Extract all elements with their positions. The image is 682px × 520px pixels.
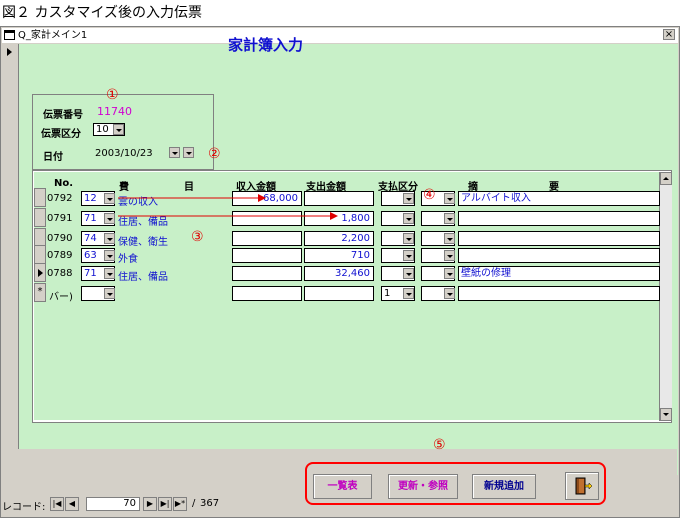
new-record-row[interactable]: * バー) 1 xyxy=(34,283,660,303)
row-no: 0790 xyxy=(47,233,73,244)
slip-no-label: 伝票番号 xyxy=(43,110,83,121)
window-titlebar: Q_家計メイン1 × xyxy=(2,28,678,43)
record-selector[interactable] xyxy=(2,44,19,475)
table-row[interactable]: 0791 71 住居、備品 1,800 xyxy=(34,208,660,228)
row-expense[interactable]: 32,460 xyxy=(304,266,374,281)
row-memo[interactable] xyxy=(458,248,660,263)
chevron-down-icon[interactable] xyxy=(444,193,455,204)
row-no: 0789 xyxy=(47,250,73,261)
last-record-icon[interactable]: ▶| xyxy=(158,497,172,511)
form-icon xyxy=(4,30,15,40)
chevron-down-icon[interactable] xyxy=(104,250,115,261)
chevron-down-icon[interactable] xyxy=(403,288,414,299)
slip-type-value: 10 xyxy=(96,124,109,135)
row-income[interactable] xyxy=(232,248,302,263)
chevron-down-icon[interactable] xyxy=(444,288,455,299)
chevron-down-icon[interactable] xyxy=(403,213,414,224)
table-row[interactable]: 0792 12 雲の収入 68,000 アルバイト収入 xyxy=(34,188,660,208)
chevron-down-icon[interactable] xyxy=(113,124,124,135)
row-category: 住居、備品 xyxy=(118,272,168,283)
slip-type-label: 伝票区分 xyxy=(41,129,81,140)
row-memo[interactable] xyxy=(458,211,660,226)
annotation-5: ⑤ xyxy=(433,437,446,453)
row-memo[interactable] xyxy=(458,286,660,301)
scroll-up-icon[interactable] xyxy=(660,172,672,185)
row-memo[interactable] xyxy=(458,231,660,246)
row-memo[interactable]: アルバイト収入 xyxy=(458,191,660,206)
chevron-down-icon[interactable] xyxy=(104,213,115,224)
current-row-selector[interactable] xyxy=(34,263,46,282)
table-row[interactable]: 0788 71 住居、備品 32,460 壁紙の修理 xyxy=(34,263,660,283)
figure-caption: 図２ カスタマイズ後の入力伝票 xyxy=(2,5,203,21)
row-category: 住居、備品 xyxy=(118,217,168,228)
row-selector[interactable] xyxy=(34,188,46,207)
row-expense[interactable] xyxy=(304,286,374,301)
chevron-down-icon[interactable] xyxy=(444,233,455,244)
exit-door-icon xyxy=(575,477,593,495)
close-icon[interactable]: × xyxy=(663,29,675,40)
row-income[interactable] xyxy=(232,286,302,301)
date-value: 2003/10/23 xyxy=(95,148,153,159)
annotation-1: ① xyxy=(106,87,119,103)
row-selector[interactable] xyxy=(34,208,46,227)
row-no: 0791 xyxy=(47,213,73,224)
scroll-down-icon[interactable] xyxy=(660,408,672,421)
current-record-icon xyxy=(7,48,12,56)
row-category: 雲の収入 xyxy=(118,197,158,208)
date-next-button[interactable] xyxy=(183,147,194,158)
nav-label: レコード: xyxy=(2,502,46,513)
row-income[interactable] xyxy=(232,266,302,281)
slip-no-value: 11740 xyxy=(97,105,132,118)
slip-type-combo[interactable]: 10 xyxy=(93,123,125,136)
chevron-down-icon[interactable] xyxy=(104,193,115,204)
row-income[interactable] xyxy=(232,231,302,246)
nav-separator: / xyxy=(192,498,196,509)
date-label: 日付 xyxy=(43,152,63,163)
add-new-button[interactable]: 新規追加 xyxy=(472,474,536,499)
chevron-down-icon[interactable] xyxy=(444,213,455,224)
chevron-down-icon[interactable] xyxy=(104,233,115,244)
update-refer-button[interactable]: 更新・参照 xyxy=(388,474,458,499)
record-total: 367 xyxy=(200,498,220,509)
table-row[interactable]: 0789 63 外食 710 xyxy=(34,245,660,265)
record-number-input[interactable]: 70 xyxy=(86,497,140,511)
record-navigation: レコード: |◀ ◀ 70 ▶ ▶| ▶* / 367 xyxy=(2,497,222,513)
row-no: 0792 xyxy=(47,193,73,204)
chevron-down-icon[interactable] xyxy=(444,250,455,261)
window-title: Q_家計メイン1 xyxy=(18,30,88,41)
new-record-icon[interactable]: ▶* xyxy=(173,497,187,511)
row-expense[interactable]: 2,200 xyxy=(304,231,374,246)
exit-button[interactable] xyxy=(565,472,599,500)
date-prev-button[interactable] xyxy=(169,147,180,158)
new-record-selector[interactable]: * xyxy=(34,283,46,302)
chevron-down-icon[interactable] xyxy=(104,268,115,279)
chevron-down-icon[interactable] xyxy=(403,193,414,204)
prev-record-icon[interactable]: ◀ xyxy=(65,497,79,511)
row-no: 0788 xyxy=(47,268,73,279)
row-expense[interactable] xyxy=(304,191,374,206)
chevron-down-icon[interactable] xyxy=(104,288,115,299)
chevron-down-icon[interactable] xyxy=(403,233,414,244)
row-income[interactable]: 68,000 xyxy=(232,191,302,206)
new-row-no: バー) xyxy=(49,292,73,303)
chevron-down-icon[interactable] xyxy=(403,268,414,279)
annotation-4: ④ xyxy=(423,187,436,203)
annotation-3: ③ xyxy=(191,229,204,245)
chevron-down-icon[interactable] xyxy=(403,250,414,261)
row-expense[interactable]: 710 xyxy=(304,248,374,263)
list-button[interactable]: 一覧表 xyxy=(313,474,372,499)
row-income[interactable] xyxy=(232,211,302,226)
form-title: 家計簿入力 xyxy=(228,36,304,54)
row-memo[interactable]: 壁紙の修理 xyxy=(458,266,660,281)
vertical-scrollbar[interactable] xyxy=(659,172,672,421)
next-record-icon[interactable]: ▶ xyxy=(143,497,157,511)
chevron-down-icon[interactable] xyxy=(444,268,455,279)
row-selector[interactable] xyxy=(34,245,46,264)
first-record-icon[interactable]: |◀ xyxy=(50,497,64,511)
annotation-2: ② xyxy=(208,146,221,162)
row-expense[interactable]: 1,800 xyxy=(304,211,374,226)
